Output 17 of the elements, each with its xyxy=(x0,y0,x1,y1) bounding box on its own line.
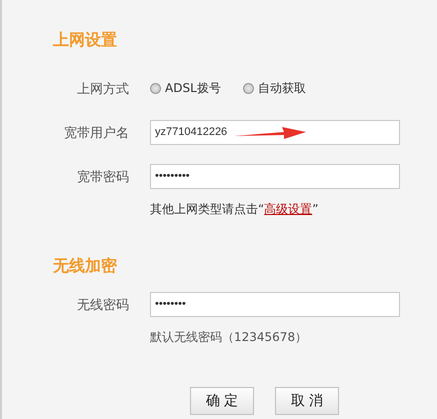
section-title: 上网设置 xyxy=(53,29,118,51)
field-label: 上网方式 xyxy=(76,80,129,98)
section-title: 无线加密 xyxy=(53,255,118,277)
annotation-arrow xyxy=(234,127,306,139)
wireless-password-field[interactable]: •••••••• xyxy=(150,292,400,317)
field-label: 无线密码 xyxy=(76,296,129,314)
cancel-button[interactable]: 取 消 xyxy=(275,387,339,415)
field-label: 宽带密码 xyxy=(76,168,129,186)
radio-option[interactable]: ADSL拨号 xyxy=(150,80,221,97)
username-field[interactable]: yz7710412226 xyxy=(150,120,400,145)
password-field[interactable]: ••••••••• xyxy=(150,164,400,189)
radio-option[interactable]: 自动获取 xyxy=(242,80,306,97)
ok-button[interactable]: 确 定 xyxy=(190,387,254,415)
advanced-hint: 其他上网类型请点击“高级设置” xyxy=(150,201,320,218)
default-password-hint: 默认无线密码（12345678） xyxy=(150,329,308,346)
field-label: 宽带用户名 xyxy=(63,124,129,142)
advanced-settings-link[interactable]: 高级设置 xyxy=(264,202,312,216)
